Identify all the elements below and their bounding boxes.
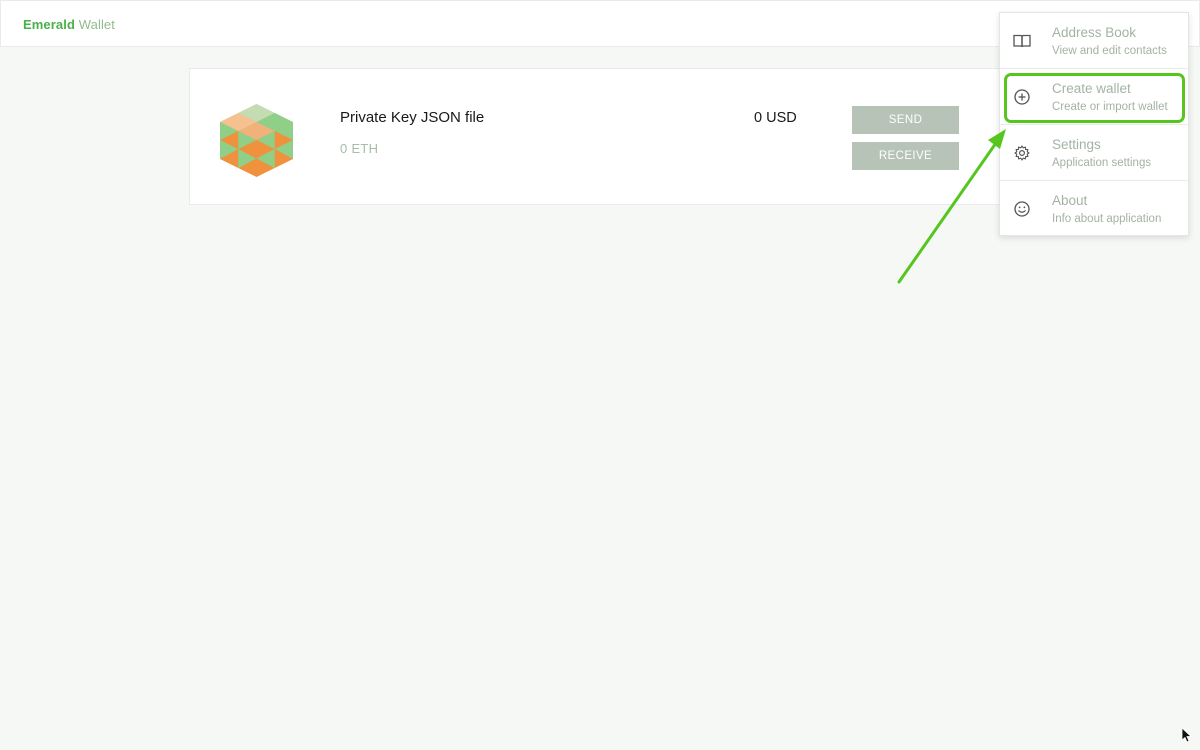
mouse-cursor-icon bbox=[1181, 727, 1193, 743]
menu-item-settings[interactable]: Settings Application settings bbox=[1000, 125, 1188, 181]
menu-item-title: Create wallet bbox=[1052, 81, 1131, 96]
plus-circle-icon bbox=[1014, 89, 1030, 105]
menu-item-subtitle: Application settings bbox=[1052, 157, 1152, 169]
app-logo[interactable]: Emerald Wallet bbox=[23, 17, 115, 33]
brand-secondary: Wallet bbox=[78, 17, 115, 32]
book-icon bbox=[1013, 34, 1031, 48]
menu-item-title: Settings bbox=[1052, 137, 1101, 152]
wallet-name[interactable]: Private Key JSON file bbox=[340, 109, 484, 127]
smiley-icon bbox=[1014, 201, 1030, 217]
wallet-balance: 0 ETH bbox=[340, 141, 379, 156]
wallet-identicon bbox=[220, 104, 293, 177]
menu-item-create-wallet[interactable]: Create wallet Create or import wallet bbox=[1000, 69, 1188, 125]
menu-item-about[interactable]: About Info about application bbox=[1000, 181, 1188, 237]
menu-item-subtitle: Info about application bbox=[1052, 213, 1162, 225]
menu-item-title: About bbox=[1052, 193, 1088, 208]
wallet-card[interactable]: Private Key JSON file 0 ETH 0 USD SEND R… bbox=[189, 68, 1019, 205]
gear-icon bbox=[1014, 145, 1030, 161]
send-button[interactable]: SEND bbox=[852, 106, 959, 134]
brand-primary: Emerald bbox=[23, 17, 76, 32]
menu-item-subtitle: Create or import wallet bbox=[1052, 101, 1168, 113]
main-menu: Address Book View and edit contacts Crea… bbox=[999, 12, 1189, 236]
menu-item-address-book[interactable]: Address Book View and edit contacts bbox=[1000, 13, 1188, 69]
menu-item-title: Address Book bbox=[1052, 25, 1137, 40]
receive-button[interactable]: RECEIVE bbox=[852, 142, 959, 170]
menu-item-subtitle: View and edit contacts bbox=[1052, 45, 1167, 57]
wallet-fiat-balance: 0 USD bbox=[754, 110, 797, 126]
